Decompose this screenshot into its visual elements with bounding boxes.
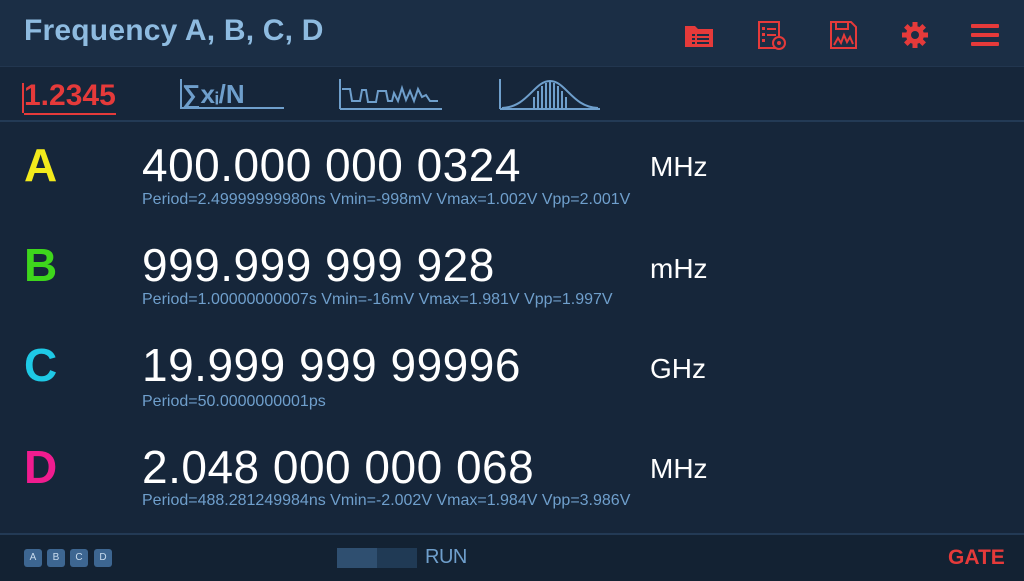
channel-a-frequency: 400.000 000 0324 (142, 139, 521, 191)
statistics-mode-tab[interactable]: ∑xᵢ/N (180, 77, 284, 111)
statistics-mode-label: ∑xᵢ/N (182, 79, 245, 109)
channel-c-label: C (24, 339, 58, 391)
statistics-left-bar (180, 79, 182, 109)
gear-icon[interactable] (898, 18, 932, 52)
channel-chip-d[interactable]: D (94, 549, 112, 567)
channel-a-details: Period=2.49999999980ns Vmin=-998mV Vmax=… (142, 191, 631, 208)
channel-d-unit: MHz (650, 453, 708, 484)
run-progress-fill (337, 548, 377, 568)
channel-c-details: Period=50.0000000001ps (142, 393, 326, 410)
display-mode-bar: 1.2345 ∑xᵢ/N (0, 67, 1024, 122)
histogram-mode-tab[interactable] (498, 77, 602, 111)
channel-c-unit: GHz (650, 353, 706, 384)
channel-b-unit: mHz (650, 253, 708, 284)
channel-a-label: A (24, 139, 58, 191)
channel-a-unit: MHz (650, 151, 708, 182)
channel-b-frequency: 999.999 999 928 (142, 239, 495, 291)
status-bar: A B C D RUN GATE (0, 533, 1024, 581)
statistics-underline (180, 107, 284, 109)
gate-button[interactable]: GATE (948, 546, 1005, 570)
channel-b-details: Period=1.00000000007s Vmin=-16mV Vmax=1.… (142, 291, 613, 308)
channel-d-label: D (24, 441, 58, 493)
folder-list-icon[interactable] (682, 18, 716, 52)
header-bar: Frequency A, B, C, D (0, 0, 1024, 67)
histogram-plot-icon (499, 79, 600, 110)
menu-icon[interactable] (968, 18, 1002, 52)
page-title: Frequency A, B, C, D (24, 14, 324, 47)
channel-d-frequency: 2.048 000 000 068 (142, 441, 535, 493)
channel-b-label: B (24, 239, 58, 291)
trend-mode-tab[interactable] (338, 77, 444, 111)
run-progress-bar (337, 548, 417, 568)
channel-chip-c[interactable]: C (70, 549, 88, 567)
measurement-settings-icon[interactable] (754, 18, 788, 52)
channel-chip-b[interactable]: B (47, 549, 65, 567)
channel-chip-a[interactable]: A (24, 549, 42, 567)
channel-c-frequency: 19.999 999 99996 (142, 339, 521, 391)
numeric-mode-tab[interactable]: 1.2345 (22, 79, 116, 115)
run-status-label: RUN (425, 546, 467, 568)
app-window: Frequency A, B, C, D 1.2345 ∑xᵢ/N A 400.… (0, 0, 1024, 581)
channel-d-details: Period=488.281249984ns Vmin=-2.002V Vmax… (142, 492, 631, 509)
trend-plot-icon (339, 79, 442, 110)
save-chart-icon[interactable] (826, 18, 860, 52)
